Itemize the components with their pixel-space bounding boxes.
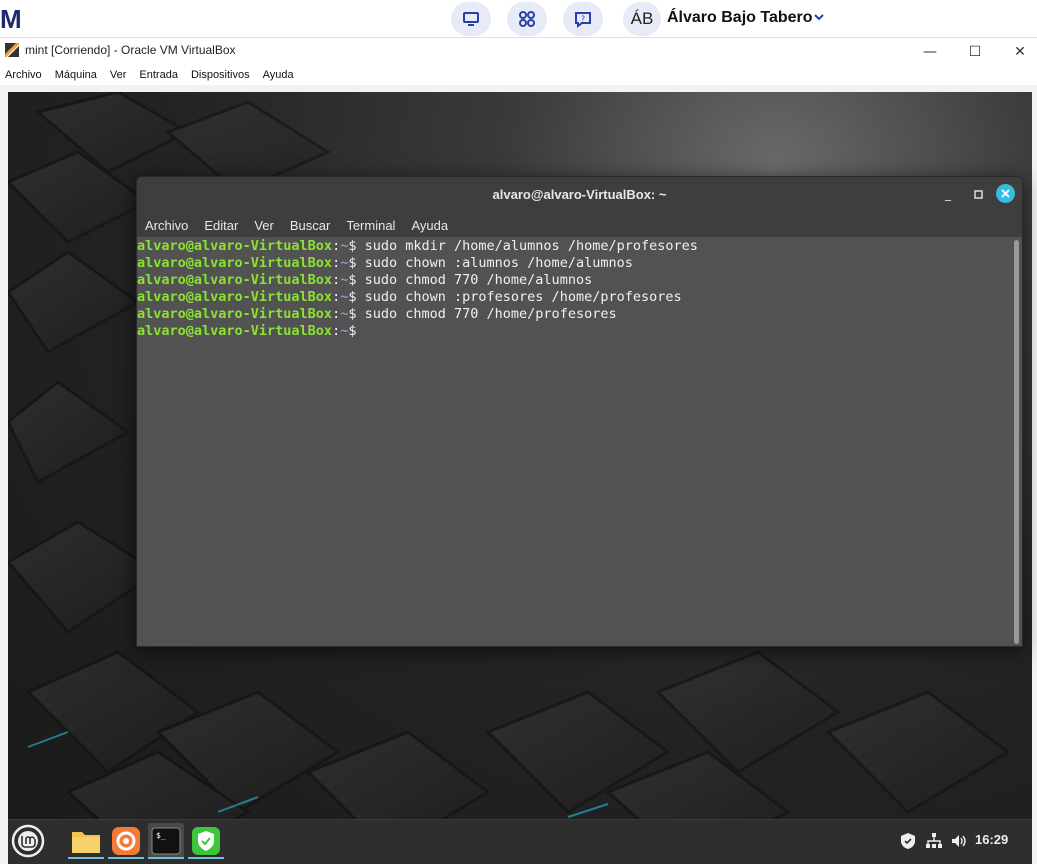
apps-icon — [519, 11, 535, 27]
prompt-user: alvaro@alvaro-VirtualBox — [137, 323, 333, 339]
terminal-button[interactable]: $_ — [148, 823, 184, 859]
terminal-menu-terminal[interactable]: Terminal — [346, 218, 395, 233]
terminal-line: alvaro@alvaro-VirtualBox:~$ sudo mkdir /… — [137, 238, 698, 254]
menu-ayuda[interactable]: Ayuda — [263, 69, 294, 81]
shield-vpn-button[interactable] — [188, 823, 224, 859]
minimize-icon: _ — [945, 187, 951, 201]
command-text: sudo mkdir /home/alumnos /home/profesore… — [364, 238, 698, 254]
terminal-scrollbar[interactable] — [1014, 240, 1019, 644]
terminal-icon: $_ — [151, 827, 181, 855]
prompt-user: alvaro@alvaro-VirtualBox — [137, 238, 333, 254]
avatar[interactable]: ÁB — [623, 2, 661, 36]
shield-update-icon[interactable] — [899, 832, 917, 850]
prompt-user: alvaro@alvaro-VirtualBox — [137, 255, 333, 271]
maximize-button[interactable]: ☐ — [952, 38, 998, 65]
minimize-icon: — — [923, 43, 937, 60]
prompt-user: alvaro@alvaro-VirtualBox — [137, 289, 333, 305]
prompt-path: ~ — [340, 289, 349, 305]
vbox-title-bar: mint [Corriendo] - Oracle VM VirtualBox … — [0, 37, 1037, 64]
guest-display[interactable]: alvaro@alvaro-VirtualBox: ~ _ Archivo Ed… — [0, 85, 1037, 864]
terminal-menu-archivo[interactable]: Archivo — [145, 218, 188, 233]
terminal-maximize-button[interactable] — [969, 185, 987, 203]
command-text: sudo chmod 770 /home/alumnos — [364, 272, 593, 288]
terminal-line: alvaro@alvaro-VirtualBox:~$ sudo chown :… — [137, 289, 682, 305]
minimize-button[interactable]: — — [907, 38, 953, 65]
prompt-path: ~ — [340, 306, 349, 322]
terminal-menu-ver[interactable]: Ver — [254, 218, 274, 233]
menu-ver[interactable]: Ver — [110, 69, 127, 81]
host-logo: M — [0, 4, 22, 34]
terminal-window[interactable]: alvaro@alvaro-VirtualBox: ~ _ Archivo Ed… — [136, 176, 1023, 647]
window-title: mint [Corriendo] - Oracle VM VirtualBox — [25, 43, 236, 57]
terminal-minimize-button[interactable]: _ — [939, 185, 957, 203]
shield-vpn-icon — [192, 827, 220, 855]
apps-button[interactable] — [507, 2, 547, 36]
user-name[interactable]: Álvaro Bajo Tabero — [667, 9, 813, 27]
prompt-path: ~ — [340, 272, 349, 288]
mint-menu-icon — [11, 824, 45, 858]
network-icon[interactable] — [925, 832, 943, 850]
virtualbox-icon — [5, 43, 20, 58]
svg-text:$_: $_ — [156, 831, 166, 840]
prompt-path: ~ — [340, 323, 349, 339]
firefox-button[interactable] — [108, 823, 144, 859]
close-icon — [1001, 189, 1010, 198]
command-text: sudo chown :profesores /home/profesores — [364, 289, 682, 305]
firefox-icon — [112, 827, 140, 855]
terminal-line: alvaro@alvaro-VirtualBox:~$ sudo chown :… — [137, 255, 633, 271]
prompt-path: ~ — [340, 238, 349, 254]
terminal-close-button[interactable] — [996, 184, 1015, 203]
prompt-user: alvaro@alvaro-VirtualBox — [137, 306, 333, 322]
files-icon — [72, 832, 100, 853]
menu-dispositivos[interactable]: Dispositivos — [191, 69, 250, 81]
chevron-down-icon[interactable] — [813, 12, 825, 22]
mint-menu-button[interactable] — [10, 823, 46, 859]
terminal-menu-buscar[interactable]: Buscar — [290, 218, 330, 233]
terminal-output[interactable]: alvaro@alvaro-VirtualBox:~$ sudo mkdir /… — [137, 237, 1013, 646]
monitor-icon — [463, 12, 479, 26]
files-button[interactable] — [68, 823, 104, 859]
maximize-icon: ☐ — [968, 43, 982, 60]
vbox-menu-bar: Archivo Máquina Ver Entrada Dispositivos… — [0, 64, 1037, 85]
help-chat-button[interactable]: ? — [563, 2, 603, 36]
menu-entrada[interactable]: Entrada — [139, 69, 178, 81]
terminal-menu-bar: Archivo Editar Ver Buscar Terminal Ayuda — [137, 214, 456, 236]
terminal-line: alvaro@alvaro-VirtualBox:~$ sudo chmod 7… — [137, 272, 593, 288]
svg-text:?: ? — [581, 15, 585, 24]
monitor-button[interactable] — [451, 2, 491, 36]
prompt-path: ~ — [340, 255, 349, 271]
prompt-user: alvaro@alvaro-VirtualBox — [137, 272, 333, 288]
menu-archivo[interactable]: Archivo — [5, 69, 42, 81]
command-text: sudo chown :alumnos /home/alumnos — [364, 255, 633, 271]
taskbar: $_ 16:29 — [8, 819, 1032, 864]
maximize-icon — [973, 189, 983, 199]
terminal-title: alvaro@alvaro-VirtualBox: ~ — [492, 187, 667, 202]
close-button[interactable]: ✕ — [997, 38, 1037, 65]
menu-maquina[interactable]: Máquina — [55, 69, 97, 81]
terminal-menu-editar[interactable]: Editar — [204, 218, 238, 233]
terminal-line: alvaro@alvaro-VirtualBox:~$ — [137, 323, 357, 339]
terminal-line: alvaro@alvaro-VirtualBox:~$ sudo chmod 7… — [137, 306, 617, 322]
volume-icon[interactable] — [950, 832, 968, 850]
help-chat-icon: ? — [575, 12, 591, 28]
host-top-bar: M ? ÁB Álvaro Bajo Tabero — [0, 0, 1037, 37]
clock[interactable]: 16:29 — [975, 832, 1008, 847]
terminal-menu-ayuda[interactable]: Ayuda — [411, 218, 448, 233]
close-icon: ✕ — [1014, 43, 1026, 60]
command-text: sudo chmod 770 /home/profesores — [364, 306, 617, 322]
